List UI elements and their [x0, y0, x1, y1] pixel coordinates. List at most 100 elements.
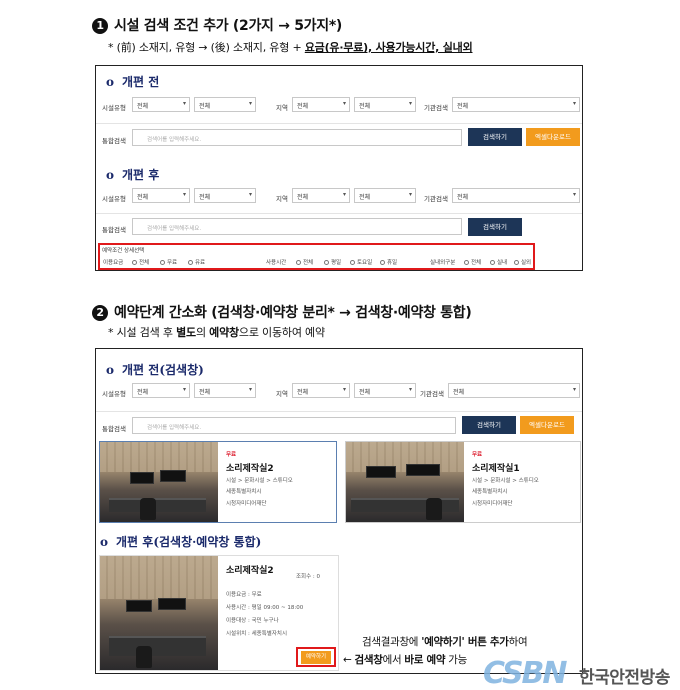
region-select-1[interactable]: 전체	[292, 188, 350, 203]
place-option-outdoor[interactable]: 실외	[514, 258, 531, 266]
region-label: 지역	[276, 104, 288, 112]
search-label: 통합검색	[102, 226, 126, 234]
section2-before-search-row: 통합검색 검색어를 입력해주세요. 검색하기 엑셀다운로드	[96, 411, 582, 441]
search-input[interactable]: 검색어를 입력해주세요.	[132, 218, 462, 235]
search-button[interactable]: 검색하기	[462, 416, 516, 434]
place-label: 실내외구분	[430, 260, 456, 266]
agency-select[interactable]: 전체	[452, 97, 580, 112]
studio-photo	[100, 556, 218, 670]
room-address: 세종특별자치시	[472, 489, 508, 495]
section2-note: * 시설 검색 후 별도의 예약창으로 이동하여 예약	[108, 326, 325, 339]
fee-label: 이용요금	[103, 260, 124, 266]
time-option-weekday[interactable]: 평일	[324, 258, 341, 266]
callout-line-2: ← 검색창에서 바로 예약 가능	[343, 654, 467, 666]
place-option-all[interactable]: 전체	[464, 258, 481, 266]
region-label: 지역	[276, 195, 288, 203]
region-select-2[interactable]: 전체	[354, 188, 416, 203]
room-category: 시설 > 문화시설 > 스튜디오	[226, 478, 293, 484]
section1-number: 1	[92, 18, 108, 34]
result-card[interactable]: 무료 소리제작실1 시설 > 문화시설 > 스튜디오 세종특별자치시 시청자미디…	[345, 441, 581, 523]
section1-heading: 1 시설 검색 조건 추가 (2가지 → 5가지*)	[92, 15, 342, 35]
section1-screenshot-panel: o개편 전 시설유형 전체 전체 지역 전체 전체 기관검색 전체 통합검색 검…	[95, 65, 583, 271]
section1-after-search-row: 통합검색 검색어를 입력해주세요. 검색하기	[96, 213, 582, 241]
region-select-1[interactable]: 전체	[292, 97, 350, 112]
time-option-saturday[interactable]: 토요일	[350, 258, 372, 266]
room-agency: 시청자미디어재단	[226, 501, 267, 507]
studio-photo	[100, 442, 218, 522]
room-category: 시설 > 문화시설 > 스튜디오	[472, 478, 539, 484]
room-address: 세종특별자치시	[226, 489, 262, 495]
section1-note: * (前) 소재지, 유형 → (後) 소재지, 유형 + 요금(유·무료), …	[108, 39, 473, 55]
facility-type-select-2[interactable]: 전체	[194, 188, 256, 203]
broadcaster-logo: CSBN 한국안전방송	[483, 656, 680, 690]
search-input[interactable]: 검색어를 입력해주세요.	[132, 129, 462, 146]
section1-after-title: o 개편 후	[106, 168, 160, 182]
section1-note-prefix: * (前) 소재지, 유형 → (後) 소재지, 유형 +	[108, 41, 305, 54]
fee-option-all[interactable]: 전체	[132, 258, 149, 266]
search-input[interactable]: 검색어를 입력해주세요.	[132, 417, 456, 434]
section1-after-filter-row: 시설유형 전체 전체 지역 전체 전체 기관검색 전체	[96, 184, 582, 210]
logo-name: 한국안전방송	[579, 668, 670, 688]
logo-mark: CSBN	[483, 656, 568, 690]
facility-type-label: 시설유형	[102, 104, 126, 112]
section1-note-added: 요금(유·무료), 사용가능시간, 실내외	[304, 41, 473, 54]
agency-label: 기관검색	[420, 390, 444, 398]
room-agency: 시청자미디어재단	[472, 501, 513, 507]
search-button[interactable]: 검색하기	[468, 128, 522, 146]
studio-photo	[346, 442, 464, 522]
reserve-button[interactable]: 예약하기	[301, 650, 331, 664]
section2-heading: 2 예약단계 간소화 (검색창·예약창 분리* → 검색창·예약창 통합)	[92, 302, 472, 322]
view-count: 조회수 : 0	[296, 574, 321, 580]
section2-after-title: o 개편 후(검색창·예약창 통합)	[100, 535, 262, 549]
agency-label: 기관검색	[424, 195, 448, 203]
search-label: 통합검색	[102, 137, 126, 145]
callout-line-1: 검색결과창에 '예약하기' 버튼 추가하여	[362, 636, 528, 648]
facility-type-select-1[interactable]: 전체	[132, 97, 190, 112]
room-name: 소리제작실2	[226, 566, 274, 576]
section2-screenshot-panel: o개편 전(검색창) 시설유형 전체 전체 지역 전체 전체 기관검색 전체 통…	[95, 348, 583, 674]
fee-tag: 무료	[472, 452, 483, 458]
room-hours: 사용시간 : 평일 09:00 ~ 18:00	[226, 605, 304, 611]
room-fee: 이용요금 : 무료	[226, 592, 262, 598]
region-select-2[interactable]: 전체	[354, 383, 416, 398]
facility-type-label: 시설유형	[102, 390, 126, 398]
time-label: 사용시간	[266, 260, 287, 266]
fee-tag: 무료	[226, 452, 237, 458]
section2-number: 2	[92, 305, 108, 321]
place-option-indoor[interactable]: 실내	[490, 258, 507, 266]
time-option-all[interactable]: 전체	[296, 258, 313, 266]
section2-heading-text: 예약단계 간소화 (검색창·예약창 분리* → 검색창·예약창 통합)	[114, 305, 472, 321]
result-card[interactable]: 무료 소리제작실2 시설 > 문화시설 > 스튜디오 세종특별자치시 시청자미디…	[99, 441, 337, 523]
facility-type-select-2[interactable]: 전체	[194, 97, 256, 112]
region-select-2[interactable]: 전체	[354, 97, 416, 112]
room-location: 시설위치 : 세종특별자치시	[226, 631, 288, 637]
detail-filter-title: 예약조건 상세선택	[102, 248, 145, 254]
facility-type-select-1[interactable]: 전체	[132, 383, 190, 398]
excel-download-button[interactable]: 엑셀다운로드	[520, 416, 574, 434]
agency-select[interactable]: 전체	[452, 188, 580, 203]
room-target: 이용대상 : 국민 누구나	[226, 618, 279, 624]
region-select-1[interactable]: 전체	[292, 383, 350, 398]
fee-option-free[interactable]: 무료	[160, 258, 177, 266]
facility-type-select-2[interactable]: 전체	[194, 383, 256, 398]
fee-option-paid[interactable]: 유료	[188, 258, 205, 266]
search-button[interactable]: 검색하기	[468, 218, 522, 236]
section2-before-filter-row: 시설유형 전체 전체 지역 전체 전체 기관검색 전체	[96, 379, 582, 405]
facility-type-label: 시설유형	[102, 195, 126, 203]
time-option-holiday[interactable]: 휴일	[380, 258, 397, 266]
region-label: 지역	[276, 390, 288, 398]
excel-download-button[interactable]: 엑셀다운로드	[526, 128, 580, 146]
section1-before-filter-row: 시설유형 전체 전체 지역 전체 전체 기관검색 전체	[96, 93, 582, 119]
agency-select[interactable]: 전체	[448, 383, 580, 398]
section1-before-search-row: 통합검색 검색어를 입력해주세요. 검색하기 엑셀다운로드	[96, 123, 582, 153]
agency-label: 기관검색	[424, 104, 448, 112]
section1-before-title: o 개편 전	[106, 75, 160, 89]
room-name: 소리제작실2	[226, 464, 274, 474]
new-filters-highlight: 예약조건 상세선택 이용요금 전체 무료 유료 사용시간 전체 평일 토요일 휴…	[98, 243, 535, 270]
section1-heading-text: 시설 검색 조건 추가 (2가지 → 5가지*)	[114, 18, 342, 34]
facility-type-select-1[interactable]: 전체	[132, 188, 190, 203]
reserve-button-highlight: 예약하기	[296, 647, 336, 667]
search-label: 통합검색	[102, 425, 126, 433]
section2-before-title: o 개편 전(검색창)	[106, 363, 204, 377]
room-name: 소리제작실1	[472, 464, 520, 474]
